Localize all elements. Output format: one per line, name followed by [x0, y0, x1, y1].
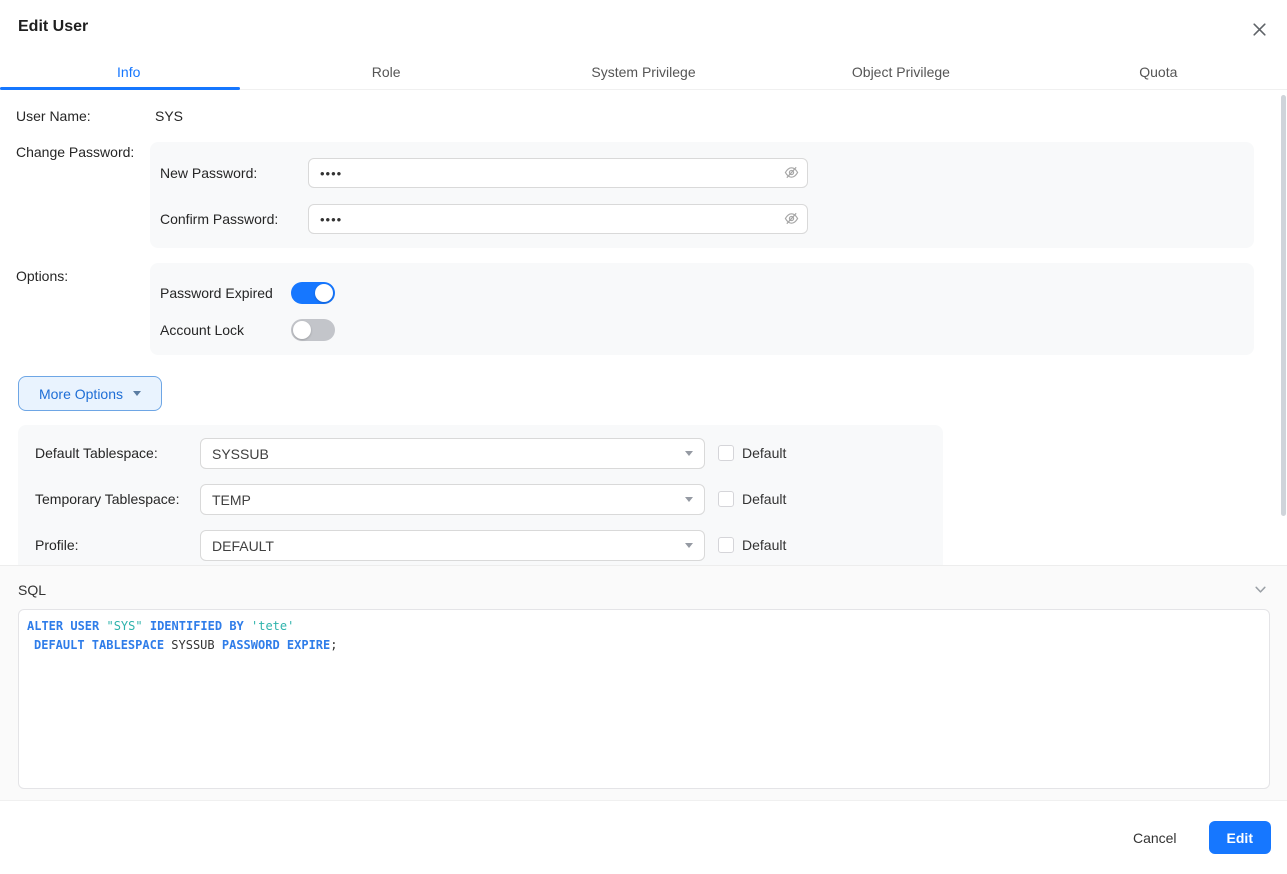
sql-panel: SQL ALTER USER "SYS" IDENTIFIED BY 'tete…: [0, 565, 1287, 801]
sql-identifier: SYSSUB: [171, 638, 215, 652]
more-options-panel: Default Tablespace: SYSSUB Default Tempo…: [18, 425, 943, 565]
sql-keyword: DEFAULT TABLESPACE: [34, 638, 165, 652]
sql-line: DEFAULT TABLESPACE SYSSUB PASSWORD EXPIR…: [27, 636, 1261, 655]
edit-user-dialog: Edit User Info Role System Privilege Obj…: [0, 0, 1287, 874]
change-password-panel: New Password: Confirm Password:: [150, 142, 1254, 248]
new-password-field: [308, 158, 808, 188]
temporary-tablespace-label: Temporary Tablespace:: [35, 491, 180, 507]
temporary-tablespace-select[interactable]: TEMP: [200, 484, 705, 515]
toggle-password-visibility-button[interactable]: [784, 165, 799, 180]
dialog-body: User Name: SYS Change Password: New Pass…: [0, 90, 1287, 565]
scrollbar-thumb[interactable]: [1281, 95, 1286, 516]
sql-editor[interactable]: ALTER USER "SYS" IDENTIFIED BY 'tete' DE…: [18, 609, 1270, 789]
confirm-password-label: Confirm Password:: [160, 211, 279, 227]
select-value: DEFAULT: [212, 537, 274, 554]
default-checkbox-label: Default: [742, 491, 787, 507]
dialog-footer: Cancel Edit: [0, 801, 1287, 874]
tab-quota[interactable]: Quota: [1030, 56, 1287, 89]
tab-label: Object Privilege: [851, 64, 950, 80]
tab-bar: Info Role System Privilege Object Privil…: [0, 56, 1287, 90]
tab-info[interactable]: Info: [0, 56, 257, 90]
sql-string: 'tete': [251, 619, 295, 633]
tab-system-privilege[interactable]: System Privilege: [515, 56, 772, 89]
toggle-password-visibility-button[interactable]: [784, 211, 799, 226]
default-checkbox-label: Default: [742, 537, 787, 553]
options-panel: Password Expired Account Lock: [150, 263, 1254, 355]
caret-down-icon: [685, 543, 693, 548]
user-name-value: SYS: [155, 108, 184, 124]
caret-down-icon: [685, 451, 693, 456]
change-password-label: Change Password:: [16, 144, 135, 160]
toggle-knob: [315, 284, 333, 302]
account-lock-label: Account Lock: [160, 322, 245, 338]
user-name-label: User Name:: [16, 108, 91, 124]
select-value: TEMP: [212, 491, 251, 508]
eye-invisible-icon: [784, 166, 799, 179]
profile-select[interactable]: DEFAULT: [200, 530, 705, 561]
select-value: SYSSUB: [212, 445, 269, 462]
chevron-down-icon: [1255, 586, 1266, 593]
tab-label: Role: [371, 64, 401, 80]
tab-label: Quota: [1139, 64, 1178, 80]
sql-line: ALTER USER "SYS" IDENTIFIED BY 'tete': [27, 617, 1261, 636]
options-label: Options:: [16, 268, 69, 284]
sql-keyword: ALTER USER: [27, 619, 100, 633]
confirm-password-field: [308, 204, 808, 234]
password-expired-toggle[interactable]: [291, 282, 335, 304]
default-checkbox[interactable]: [718, 537, 734, 553]
default-checkbox-label: Default: [742, 445, 787, 461]
new-password-label: New Password:: [160, 165, 258, 181]
account-lock-toggle[interactable]: [291, 319, 335, 341]
default-checkbox[interactable]: [718, 445, 734, 461]
sql-collapse-button[interactable]: [1254, 583, 1267, 596]
tab-label: Info: [117, 64, 141, 80]
confirm-password-input[interactable]: [308, 204, 808, 234]
cancel-button[interactable]: Cancel: [1131, 826, 1179, 850]
caret-down-icon: [685, 497, 693, 502]
new-password-input[interactable]: [308, 158, 808, 188]
close-icon: [1252, 22, 1266, 36]
eye-invisible-icon: [784, 212, 799, 225]
sql-keyword: IDENTIFIED BY: [149, 619, 244, 633]
caret-down-icon: [133, 391, 142, 396]
default-tablespace-label: Default Tablespace:: [35, 445, 158, 461]
profile-label: Profile:: [35, 537, 79, 553]
default-checkbox[interactable]: [718, 491, 734, 507]
sql-string: "SYS": [106, 619, 143, 633]
default-tablespace-select[interactable]: SYSSUB: [200, 438, 705, 469]
sql-header-label: SQL: [18, 582, 47, 598]
edit-button[interactable]: Edit: [1208, 821, 1271, 854]
more-options-label: More Options: [38, 385, 124, 402]
sql-punctuation: ;: [330, 638, 338, 652]
tab-role[interactable]: Role: [257, 56, 514, 89]
tab-object-privilege[interactable]: Object Privilege: [772, 56, 1029, 89]
toggle-knob: [293, 321, 311, 339]
dialog-title: Edit User: [18, 18, 89, 35]
sql-keyword: PASSWORD EXPIRE: [221, 638, 331, 652]
more-options-button[interactable]: More Options: [18, 376, 162, 411]
password-expired-label: Password Expired: [160, 285, 273, 301]
close-button[interactable]: [1247, 17, 1271, 41]
tab-label: System Privilege: [591, 64, 696, 80]
